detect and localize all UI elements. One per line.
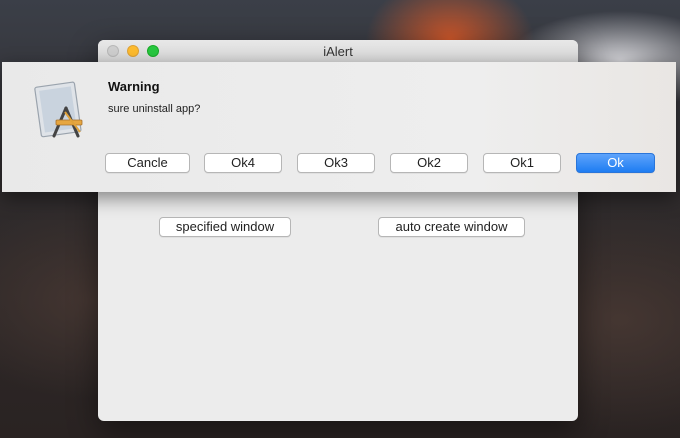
app-installer-icon [34,81,83,138]
specified-window-button[interactable]: specified window [159,217,291,237]
window-titlebar[interactable]: iAlert [98,40,578,63]
auto-create-window-button[interactable]: auto create window [378,217,525,237]
window-title: iAlert [323,44,353,59]
alert-title: Warning [108,79,160,94]
alert-sheet: Warning sure uninstall app? Cancle Ok4 O… [2,62,676,192]
ok3-button[interactable]: Ok3 [297,153,375,173]
ok-default-button[interactable]: Ok [576,153,655,173]
ok2-button[interactable]: Ok2 [390,153,468,173]
cancel-button[interactable]: Cancle [105,153,190,173]
ok1-button[interactable]: Ok1 [483,153,561,173]
ok4-button[interactable]: Ok4 [204,153,282,173]
alert-message: sure uninstall app? [108,103,201,115]
